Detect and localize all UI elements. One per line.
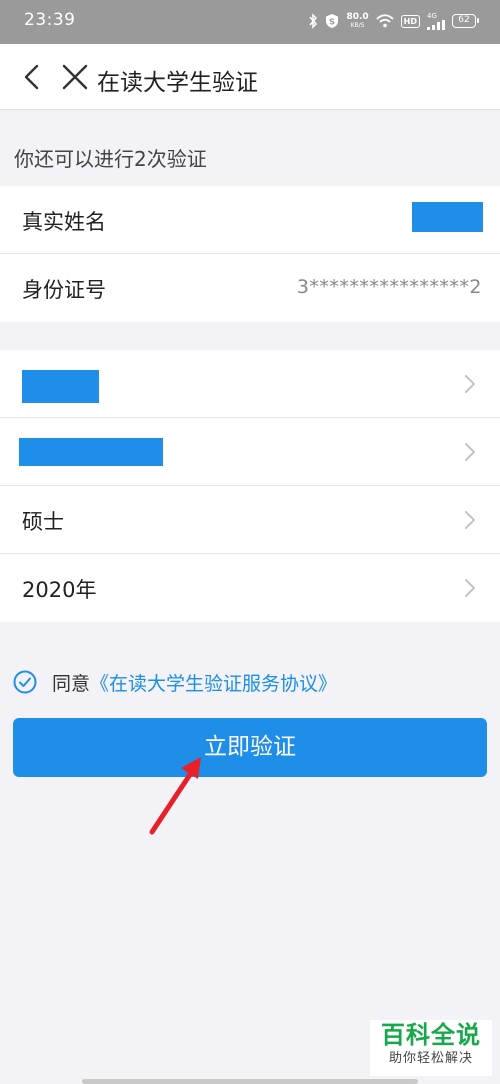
id-number-label: 身份证号 [22,278,106,302]
agreement-checkbox[interactable] [12,669,38,695]
nav-bar: 在读大学生验证 [0,44,500,110]
chevron-right-icon [465,375,475,393]
annotation-arrow [149,757,201,835]
watermark-title: 百科全说 [381,1021,481,1049]
bluetooth-icon [308,13,318,29]
shield-app-icon: S [325,13,339,29]
attempts-notice: 你还可以进行2次验证 [14,147,207,171]
enrollment-year-value: 2020年 [22,578,97,602]
education-section: 硕士 2020年 [0,350,500,622]
school-row[interactable] [0,350,500,418]
hd-badge: HD [400,14,420,28]
signal-icon: 4G [427,11,445,30]
identity-section: 真实姓名 身份证号 3****************2 [0,186,500,322]
major-row[interactable] [0,418,500,486]
chevron-right-icon [465,443,475,461]
verify-now-button[interactable]: 立即验证 [13,718,487,777]
name-label: 真实姓名 [22,210,106,234]
agreement-link[interactable]: 《在读大学生验证服务协议》 [90,669,337,696]
degree-row[interactable]: 硕士 [0,486,500,554]
network-speed: 80.0 KB/S [346,12,369,30]
chevron-left-icon [24,64,39,90]
page-title: 在读大学生验证 [97,70,258,96]
network-type: 4G [427,11,437,20]
close-button[interactable] [60,61,90,93]
home-indicator [82,1079,418,1084]
status-icons: S 80.0 KB/S HD 4G 62 [308,10,479,32]
name-row: 真实姓名 [0,186,500,254]
major-value-redacted [19,438,163,466]
back-button[interactable] [18,61,48,93]
agreement-prefix: 同意 [52,672,91,695]
chevron-right-icon [465,511,475,529]
speed-value: 80.0 [346,12,369,22]
speed-unit: KB/S [350,22,365,29]
status-bar: 23:39 S 80.0 KB/S HD 4G 62 [0,0,500,44]
close-icon [62,64,88,90]
chevron-right-icon [465,579,475,597]
check-circle-icon [13,670,37,694]
battery-indicator: 62 [452,14,479,28]
name-value-redacted [412,202,483,232]
id-number-row: 身份证号 3****************2 [0,254,500,322]
degree-value: 硕士 [22,510,64,534]
agreement-row: 同意 《在读大学生验证服务协议》 [12,667,337,697]
watermark-logo: 百科全说 助你轻松解决 [370,1020,492,1076]
svg-text:S: S [330,18,336,27]
watermark-subtitle: 助你轻松解决 [388,1051,473,1066]
school-value-redacted [22,370,99,403]
status-time: 23:39 [24,10,76,30]
id-number-value: 3****************2 [296,276,482,298]
enrollment-year-row[interactable]: 2020年 [0,554,500,622]
wifi-icon [376,14,394,28]
